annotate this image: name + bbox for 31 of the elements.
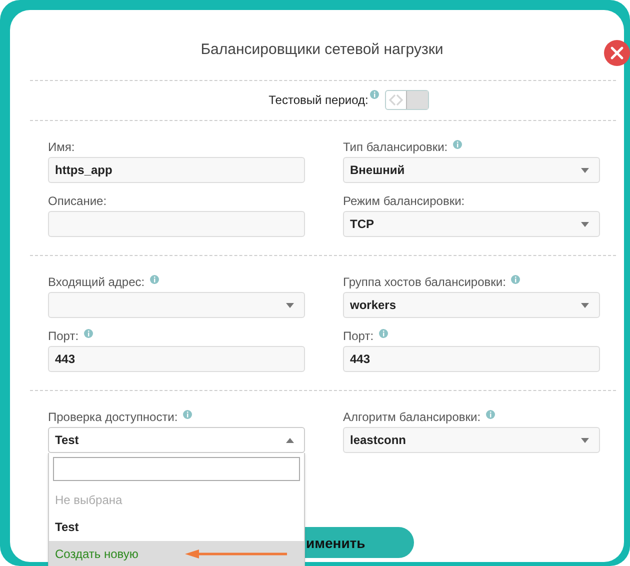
- text-field[interactable]: [48, 211, 305, 237]
- caret-icon: [581, 168, 589, 172]
- dropdown-field[interactable]: TCP: [343, 211, 600, 237]
- field-label: Порт:: [48, 328, 79, 344]
- field-label: Порт:: [343, 328, 374, 344]
- dropdown-field[interactable]: Test: [48, 427, 305, 453]
- trial-label: Тестовый период:: [268, 93, 368, 107]
- caret-icon: [581, 302, 589, 308]
- field-label: Алгоритм балансировки:: [343, 409, 481, 425]
- text-field[interactable]: https_app: [48, 157, 305, 183]
- field-label: Группа хостов балансировки:: [343, 274, 506, 290]
- dropdown-field[interactable]: leastconn: [343, 427, 600, 453]
- search-field[interactable]: [53, 457, 300, 481]
- dropdown-field[interactable]: Внешний: [343, 157, 600, 183]
- dropdown-field[interactable]: workers: [343, 292, 600, 318]
- field-label: Описание:: [48, 193, 107, 209]
- dropdown-field[interactable]: [48, 292, 305, 318]
- close-icon[interactable]: [604, 40, 630, 66]
- field-label: Проверка доступности:: [48, 409, 178, 425]
- caret-icon: [581, 438, 589, 442]
- text-field[interactable]: 443: [48, 346, 305, 372]
- caret-icon: [286, 438, 294, 442]
- caret-icon: [581, 222, 589, 226]
- field-label: Тип балансировки:: [343, 139, 448, 155]
- field-label: Режим балансировки:: [343, 193, 465, 209]
- toggle-switch[interactable]: [385, 90, 430, 110]
- dialog-title: Балансировщики сетевой нагрузки: [200, 41, 444, 58]
- field-label: Имя:: [48, 139, 75, 155]
- caret-icon: [286, 302, 294, 308]
- text-field[interactable]: 443: [343, 346, 600, 372]
- field-label: Входящий адрес:: [48, 274, 145, 290]
